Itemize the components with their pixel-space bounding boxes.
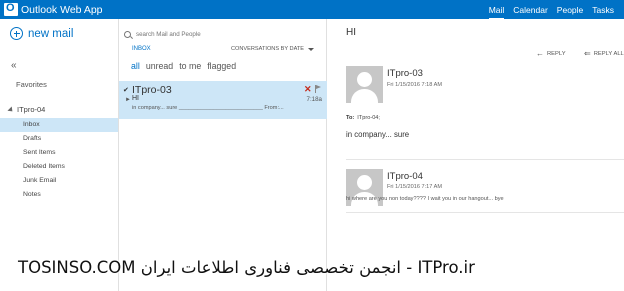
folder-drafts[interactable]: Drafts [0, 132, 118, 146]
delete-icon[interactable]: ✕ [304, 84, 312, 95]
filter-unread[interactable]: unread [146, 61, 173, 71]
avatar-head [357, 175, 372, 190]
avatar-head [357, 72, 372, 87]
to-label: To: [346, 115, 355, 121]
folder-notes[interactable]: Notes [0, 188, 118, 202]
reply-all-button[interactable]: ⇐ REPLY ALL [584, 49, 624, 58]
reply-label: REPLY [547, 50, 566, 57]
reply-button[interactable]: ← REPLY [536, 49, 566, 58]
filter-all[interactable]: all [131, 61, 140, 71]
earlier-message-sender[interactable]: ITpro-04 [387, 171, 423, 182]
folder-deleted-items[interactable]: Deleted Items [0, 160, 118, 174]
expand-triangle-icon [7, 105, 15, 114]
message-preview: in company... sure _____________________… [132, 105, 284, 111]
divider [346, 159, 624, 160]
sort-label: CONVERSATIONS BY DATE [231, 46, 305, 52]
nav-tasks[interactable]: Tasks [592, 5, 614, 15]
folder-list: Inbox Drafts Sent Items Deleted Items Ju… [0, 118, 118, 202]
folder-pane: new mail « Favorites ITpro-04 Inbox Draf… [0, 19, 118, 291]
sort-dropdown[interactable]: CONVERSATIONS BY DATE [231, 46, 315, 52]
collapse-pane-button[interactable]: « [11, 60, 17, 71]
filter-flagged[interactable]: flagged [207, 61, 236, 71]
filter-bar: all unread to me flagged [131, 61, 242, 71]
account-name: ITpro-04 [17, 105, 46, 114]
to-recipient[interactable]: ITpro-04; [357, 115, 380, 121]
filter-to-me[interactable]: to me [179, 61, 201, 71]
plus-circle-icon [10, 27, 23, 40]
message-list-item[interactable]: ✔ ITpro-03 ✕ ► HI 7:18a in company... su… [119, 81, 327, 119]
reading-pane: HI ← REPLY ⇐ REPLY ALL ITpro-03 Fri 1/15… [327, 19, 624, 291]
flag-icon[interactable] [315, 85, 322, 93]
chevron-down-icon [308, 47, 315, 51]
nav-mail[interactable]: Mail [488, 5, 505, 20]
message-time: 7:18a [306, 96, 322, 103]
message-body: in company... sure [346, 130, 410, 139]
folder-label: INBOX [132, 46, 151, 52]
reading-date: Fri 1/15/2016 7:18 AM [387, 82, 443, 88]
outlook-logo-icon [4, 2, 18, 16]
to-line: To: ITpro-04; [346, 115, 380, 121]
search-box[interactable] [124, 28, 320, 40]
favorites-header[interactable]: Favorites [16, 80, 47, 89]
expand-arrow-icon[interactable]: ► [125, 97, 131, 103]
earlier-message-preview[interactable]: hi where are you non today???? I wait yo… [346, 196, 504, 202]
conversation-subject: HI [346, 27, 356, 38]
folder-sent-items[interactable]: Sent Items [0, 146, 118, 160]
new-mail-button[interactable]: new mail [10, 27, 73, 40]
message-list-pane: INBOX CONVERSATIONS BY DATE all unread t… [118, 19, 327, 291]
app-brand[interactable]: Outlook Web App [4, 2, 103, 17]
reply-all-arrow-icon: ⇐ [584, 49, 591, 58]
watermark: TOSINSO.COM انجمن تخصصی فناوری اطلاعات ا… [18, 258, 475, 277]
account-header[interactable]: ITpro-04 [7, 105, 46, 114]
top-bar: Outlook Web App Mail Calendar People Tas… [0, 0, 624, 20]
message-subject: HI [132, 95, 139, 102]
avatar-body [351, 89, 378, 103]
top-nav: Mail Calendar People Tasks [480, 0, 614, 20]
earlier-message-date: Fri 1/15/2016 7:17 AM [387, 184, 443, 190]
read-check-icon[interactable]: ✔ [123, 86, 129, 94]
app-title: Outlook Web App [21, 3, 103, 16]
reading-sender[interactable]: ITpro-03 [387, 68, 423, 79]
avatar-icon [346, 66, 383, 103]
folder-junk-email[interactable]: Junk Email [0, 174, 118, 188]
reply-arrow-icon: ← [536, 49, 544, 58]
reply-all-label: REPLY ALL [593, 50, 624, 57]
search-icon [124, 30, 131, 38]
nav-calendar[interactable]: Calendar [513, 5, 548, 15]
folder-inbox[interactable]: Inbox [0, 118, 118, 132]
divider [346, 212, 624, 213]
nav-people[interactable]: People [557, 5, 583, 15]
search-input[interactable] [136, 30, 306, 38]
new-mail-label: new mail [28, 27, 74, 40]
